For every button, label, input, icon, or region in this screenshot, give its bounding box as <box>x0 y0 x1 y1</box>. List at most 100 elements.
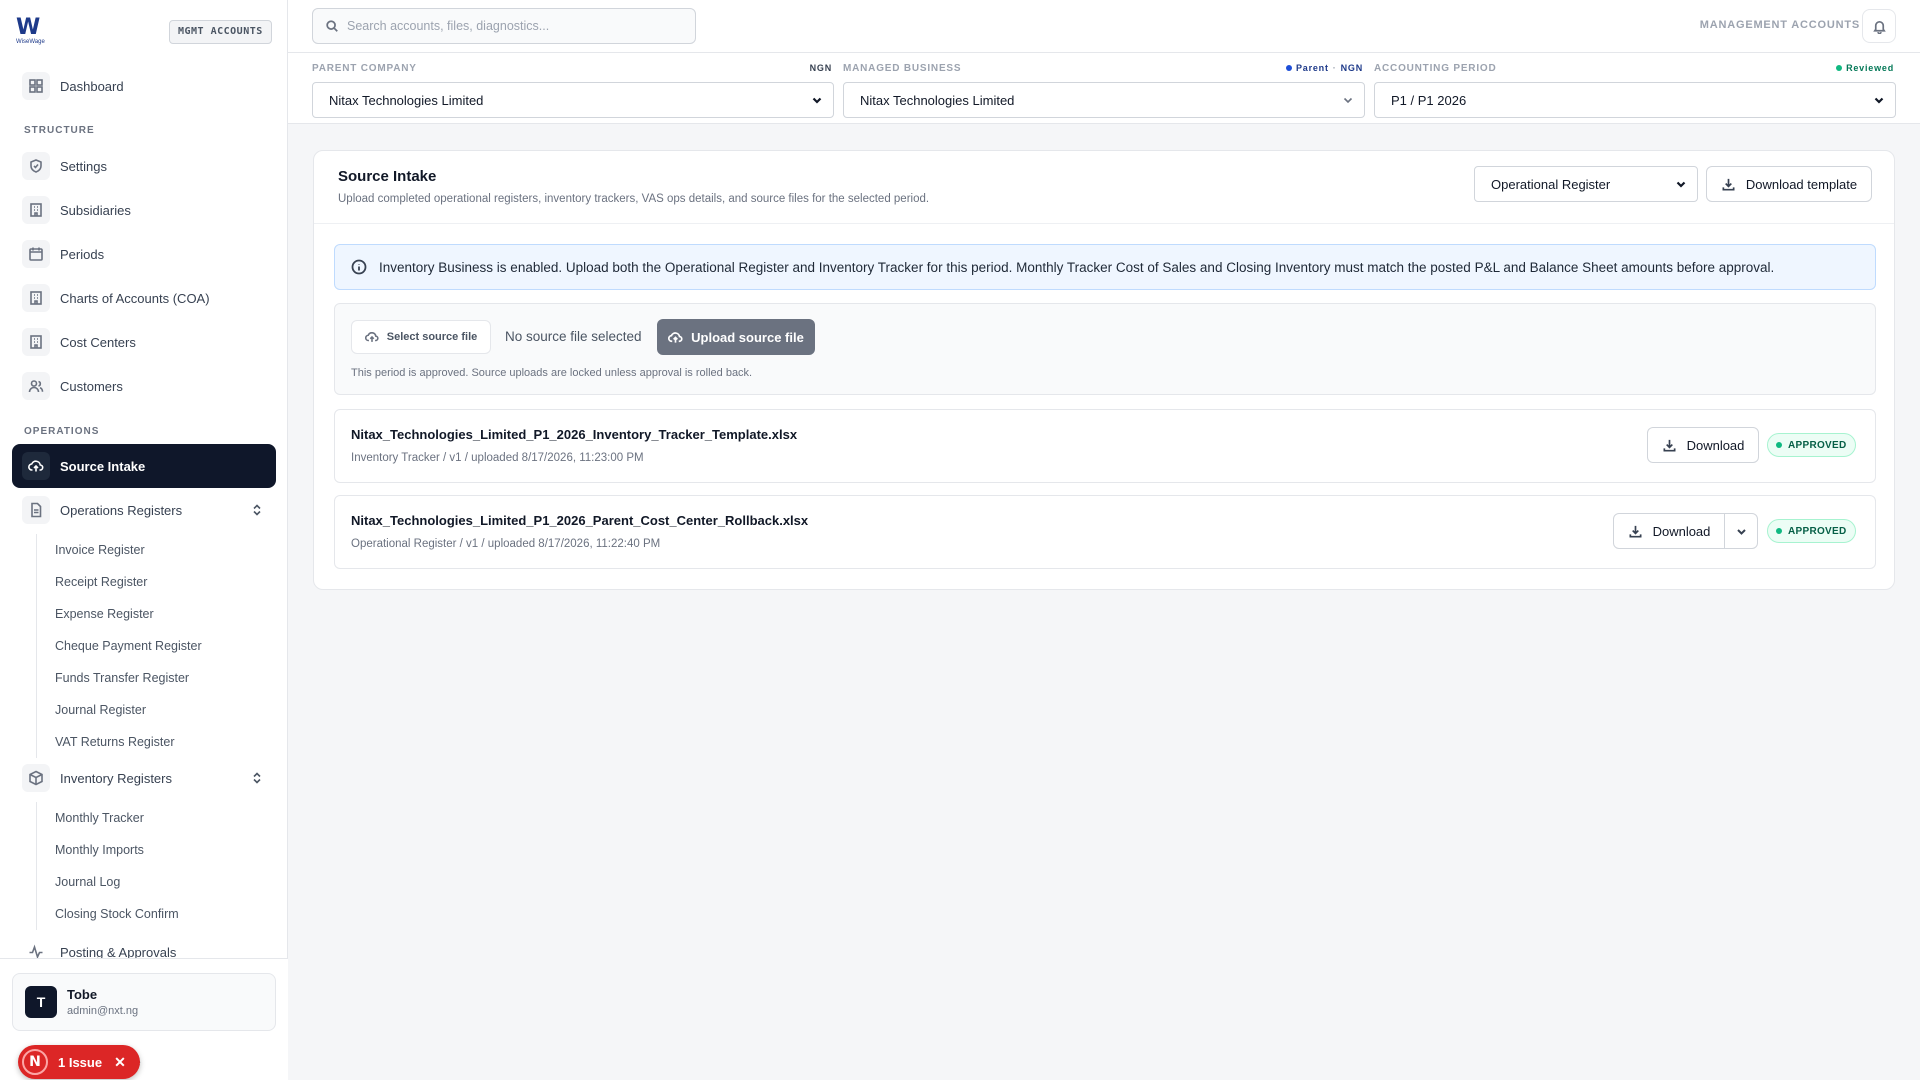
sidebar-subitem-funds-transfer-register[interactable]: Funds Transfer Register <box>37 662 202 694</box>
dashboard-icon <box>22 72 50 100</box>
sidebar-subitem-invoice-register[interactable]: Invoice Register <box>37 534 202 566</box>
parent-company-field: PARENT COMPANY NGN Nitax Technologies Li… <box>312 63 834 118</box>
operations-registers-list: Invoice Register Receipt Register Expens… <box>36 534 202 758</box>
select-source-file-button[interactable]: Select source file <box>351 320 491 354</box>
sidebar-item-cost-centers[interactable]: Cost Centers <box>12 322 276 362</box>
sidebar-subitem-cheque-payment-register[interactable]: Cheque Payment Register <box>37 630 202 662</box>
chevron-down-icon <box>1736 528 1746 535</box>
topbar: MANAGEMENT ACCOUNTS <box>288 0 1920 53</box>
page-title: Source Intake <box>338 168 437 185</box>
issue-logo-icon: N <box>22 1049 48 1075</box>
sidebar-item-label: Periods <box>60 246 105 262</box>
user-card[interactable]: T Tobe admin@nxt.ng <box>12 973 276 1031</box>
parent-company-select[interactable]: Nitax Technologies Limited <box>312 82 834 118</box>
building-icon <box>22 328 50 356</box>
sidebar-subitem-expense-register[interactable]: Expense Register <box>37 598 202 630</box>
download-button[interactable]: Download <box>1647 427 1759 463</box>
status-badge: APPROVED <box>1767 519 1856 543</box>
sidebar-subitem-receipt-register[interactable]: Receipt Register <box>37 566 202 598</box>
issue-indicator[interactable]: N 1 Issue ✕ <box>18 1045 140 1079</box>
register-type-select[interactable]: Operational Register <box>1474 166 1698 202</box>
download-icon <box>1722 178 1735 190</box>
file-meta: Inventory Tracker / v1 / uploaded 8/17/2… <box>351 452 644 464</box>
currency-tag: NGN <box>809 63 832 73</box>
chevron-down-icon <box>1676 181 1686 188</box>
brand-logo[interactable]: W WiseWage <box>16 15 50 46</box>
accounting-period-label: ACCOUNTING PERIOD <box>1374 63 1497 74</box>
upload-source-file-label: Upload source file <box>691 329 804 345</box>
selected-file-text: No source file selected <box>505 329 642 344</box>
close-icon[interactable]: ✕ <box>114 1054 126 1071</box>
accounting-period-field: ACCOUNTING PERIOD Reviewed P1 / P1 2026 <box>1374 63 1896 118</box>
user-email: admin@nxt.ng <box>67 1005 139 1017</box>
upload-source-file-button[interactable]: Upload source file <box>657 319 815 355</box>
download-template-button[interactable]: Download template <box>1706 166 1872 202</box>
mgmt-accounts-badge: MGMT ACCOUNTS <box>169 20 272 44</box>
status-label: APPROVED <box>1788 439 1847 451</box>
download-icon <box>1663 439 1676 451</box>
reviewed-tag-label: Reviewed <box>1846 63 1894 73</box>
managed-business-field: MANAGED BUSINESS Parent · NGN Nitax Tech… <box>843 63 1365 118</box>
sidebar-item-dashboard[interactable]: Dashboard <box>12 66 276 106</box>
search-icon <box>326 20 338 32</box>
download-options-button[interactable] <box>1724 513 1758 549</box>
accounting-period-value: P1 / P1 2026 <box>1391 92 1467 108</box>
file-row: Nitax_Technologies_Limited_P1_2026_Paren… <box>334 495 1876 569</box>
upload-panel: Select source file No source file select… <box>334 303 1876 395</box>
sidebar-subitem-monthly-imports[interactable]: Monthly Imports <box>37 834 179 866</box>
sidebar-subitem-monthly-tracker[interactable]: Monthly Tracker <box>37 802 179 834</box>
info-icon <box>351 259 367 275</box>
sidebar-item-operations-registers[interactable]: Operations Registers <box>12 490 276 530</box>
users-icon <box>22 372 50 400</box>
sidebar-item-source-intake[interactable]: Source Intake <box>12 444 276 488</box>
sidebar-item-inventory-registers[interactable]: Inventory Registers <box>12 758 276 798</box>
tag-separator: · <box>1332 63 1337 73</box>
currency-tag: NGN <box>1340 63 1363 73</box>
sidebar-item-customers[interactable]: Customers <box>12 366 276 406</box>
logo-icon: W <box>16 15 40 40</box>
source-intake-card: Source Intake Upload completed operation… <box>313 150 1895 590</box>
issue-count: 1 Issue <box>58 1054 103 1070</box>
sidebar-item-label: Inventory Registers <box>60 770 172 786</box>
notifications-button[interactable] <box>1862 9 1896 43</box>
shield-icon <box>22 152 50 180</box>
download-button[interactable]: Download <box>1613 513 1725 549</box>
chevron-updown-icon[interactable] <box>250 503 264 517</box>
sidebar-footer: T Tobe admin@nxt.ng e N 1 Issue ✕ <box>0 958 288 1080</box>
context-bar: PARENT COMPANY NGN Nitax Technologies Li… <box>288 53 1920 124</box>
inventory-registers-list: Monthly Tracker Monthly Imports Journal … <box>36 802 179 930</box>
sidebar-subitem-journal-log[interactable]: Journal Log <box>37 866 179 898</box>
register-type-value: Operational Register <box>1491 176 1611 192</box>
download-label: Download <box>1652 523 1711 539</box>
chevron-down-icon <box>1874 97 1884 104</box>
sidebar-subitem-journal-register[interactable]: Journal Register <box>37 694 202 726</box>
field-label: MANAGED BUSINESS Parent · NGN <box>843 63 1365 77</box>
sidebar-item-subsidiaries[interactable]: Subsidiaries <box>12 190 276 230</box>
calendar-icon <box>22 240 50 268</box>
file-row: Nitax_Technologies_Limited_P1_2026_Inven… <box>334 409 1876 483</box>
building-icon <box>22 196 50 224</box>
sidebar-item-coa[interactable]: Charts of Accounts (COA) <box>12 278 276 318</box>
sidebar-item-label: Subsidiaries <box>60 202 131 218</box>
sidebar-subitem-vat-returns-register[interactable]: VAT Returns Register <box>37 726 202 758</box>
info-banner: Inventory Business is enabled. Upload bo… <box>334 244 1876 290</box>
cloud-upload-icon <box>364 332 379 342</box>
parent-tag: Parent · NGN <box>1285 63 1363 73</box>
managed-business-select[interactable]: Nitax Technologies Limited <box>843 82 1365 118</box>
sidebar-item-label: Cost Centers <box>60 334 136 350</box>
parent-company-value: Nitax Technologies Limited <box>329 92 484 108</box>
search-box[interactable] <box>312 8 696 44</box>
status-label: APPROVED <box>1788 525 1847 537</box>
search-input[interactable] <box>347 19 677 33</box>
sidebar-subitem-closing-stock-confirm[interactable]: Closing Stock Confirm <box>37 898 179 930</box>
sidebar-item-settings[interactable]: Settings <box>12 146 276 186</box>
section-label-operations: OPERATIONS <box>24 426 100 437</box>
download-icon <box>1629 525 1642 537</box>
bell-icon <box>1872 20 1886 34</box>
accounting-period-select[interactable]: P1 / P1 2026 <box>1374 82 1896 118</box>
field-label: PARENT COMPANY NGN <box>312 63 834 77</box>
managed-business-label: MANAGED BUSINESS <box>843 63 962 74</box>
chevron-updown-icon[interactable] <box>250 771 264 785</box>
chevron-down-icon <box>1343 97 1353 104</box>
sidebar-item-periods[interactable]: Periods <box>12 234 276 274</box>
